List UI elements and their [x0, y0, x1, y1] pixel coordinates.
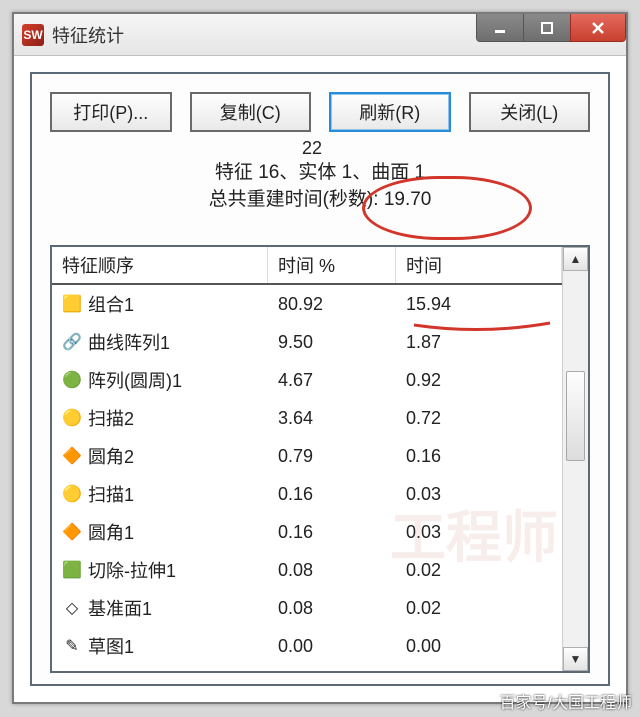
summary-top-number: 22 [302, 136, 322, 161]
time-cell: 0.03 [396, 522, 562, 543]
feature-name: 阵列(圆周)1 [88, 367, 182, 393]
time-pct-cell: 9.50 [268, 332, 396, 353]
time-cell: 0.00 [396, 636, 562, 657]
maximize-button[interactable] [523, 14, 571, 42]
table-row[interactable]: 🟨 组合1 80.9215.94 [52, 285, 562, 323]
time-pct-cell: 0.08 [268, 598, 396, 619]
feature-name-cell: 🔗 曲线阵列1 [52, 329, 268, 355]
feature-name-cell: ✎ 草图1 [52, 633, 268, 659]
app-icon: SW [22, 24, 44, 46]
minimize-button[interactable] [476, 14, 524, 42]
time-cell: 0.92 [396, 370, 562, 391]
feature-name: 扫描1 [88, 481, 134, 507]
scroll-up-arrow[interactable]: ▲ [563, 247, 588, 271]
table-row[interactable]: 🔶 圆角1 0.160.03 [52, 513, 562, 551]
time-cell: 0.16 [396, 446, 562, 467]
print-button[interactable]: 打印(P)... [50, 92, 172, 132]
sketch-icon: ✎ [62, 636, 82, 656]
table-row[interactable]: 🔶 圆角2 0.790.16 [52, 437, 562, 475]
scroll-track[interactable] [563, 271, 588, 647]
feature-name: 曲线阵列1 [88, 329, 170, 355]
copy-button[interactable]: 复制(C) [190, 92, 312, 132]
dialog-content: 打印(P)... 复制(C) 刷新(R) 关闭(L) 22 特征 16、实体 1… [30, 72, 610, 686]
vertical-scrollbar[interactable]: ▲ ▼ [562, 247, 588, 671]
feature-name-cell: 🟡 扫描2 [52, 405, 268, 431]
toolbar: 打印(P)... 复制(C) 刷新(R) 关闭(L) [50, 92, 590, 132]
feature-name-cell: ◇ 基准面1 [52, 595, 268, 621]
circular-pattern-icon: 🟢 [62, 370, 82, 390]
fillet-icon: 🔶 [62, 522, 82, 542]
time-pct-cell: 80.92 [268, 294, 396, 315]
table-row[interactable]: 🟡 扫描2 3.640.72 [52, 399, 562, 437]
time-pct-cell: 0.16 [268, 522, 396, 543]
feature-name-cell: 🔶 圆角2 [52, 443, 268, 469]
summary-line2: 总共重建时间(秒数): 19.70 [50, 187, 590, 214]
time-pct-cell: 3.64 [268, 408, 396, 429]
cut-extrude-icon: 🟩 [62, 560, 82, 580]
close-window-button[interactable] [570, 14, 626, 42]
table-row[interactable]: 🔗 曲线阵列1 9.501.87 [52, 323, 562, 361]
fillet-icon: 🔶 [62, 446, 82, 466]
time-cell: 0.03 [396, 484, 562, 505]
titlebar[interactable]: SW 特征统计 [14, 14, 626, 56]
scroll-thumb[interactable] [566, 371, 585, 461]
window-title: 特征统计 [52, 22, 124, 48]
sweep-icon: 🟡 [62, 408, 82, 428]
feature-name: 组合1 [88, 291, 134, 317]
time-cell: 15.94 [396, 294, 562, 315]
table-row[interactable]: ◇ 基准面1 0.080.02 [52, 589, 562, 627]
table-row[interactable]: ✎ 草图1 0.000.00 [52, 627, 562, 665]
feature-name-cell: 🔶 圆角1 [52, 519, 268, 545]
scroll-down-arrow[interactable]: ▼ [563, 647, 588, 671]
feature-name-cell: 🟨 组合1 [52, 291, 268, 317]
feature-name: 扫描2 [88, 405, 134, 431]
refresh-button[interactable]: 刷新(R) [329, 92, 451, 132]
feature-name-cell: 🟡 扫描1 [52, 481, 268, 507]
window-controls [476, 14, 626, 55]
feature-name-cell: 🟢 阵列(圆周)1 [52, 367, 268, 393]
feature-name: 圆角2 [88, 443, 134, 469]
time-cell: 0.02 [396, 598, 562, 619]
sweep-icon: 🟡 [62, 484, 82, 504]
col-feature-order[interactable]: 特征顺序 [52, 247, 268, 283]
table-row[interactable]: 🟡 扫描1 0.160.03 [52, 475, 562, 513]
time-pct-cell: 0.08 [268, 560, 396, 581]
combine-icon: 🟨 [62, 294, 82, 314]
table-row[interactable]: 🟢 阵列(圆周)1 4.670.92 [52, 361, 562, 399]
time-cell: 1.87 [396, 332, 562, 353]
time-cell: 0.72 [396, 408, 562, 429]
close-button[interactable]: 关闭(L) [469, 92, 591, 132]
feature-table: 特征顺序 时间 % 时间 🟨 组合1 80.9215.94 🔗 曲线阵列1 9.501.8… [50, 245, 590, 673]
table-header[interactable]: 特征顺序 时间 % 时间 [52, 247, 562, 283]
curve-pattern-icon: 🔗 [62, 332, 82, 352]
feature-name: 草图1 [88, 633, 134, 659]
col-time[interactable]: 时间 [396, 247, 562, 283]
summary-line1: 特征 16、实体 1、曲面 1 [50, 160, 590, 187]
time-pct-cell: 4.67 [268, 370, 396, 391]
plane-icon: ◇ [62, 598, 82, 618]
rebuild-time-value: 19.70 [384, 189, 432, 210]
feature-name: 切除-拉伸1 [88, 557, 176, 583]
dialog-window: SW 特征统计 打印(P)... 复制(C) 刷新(R) 关闭(L) 22 特征… [12, 12, 628, 704]
col-time-pct[interactable]: 时间 % [268, 247, 396, 283]
watermark-caption: 百家号/大国工程师 [500, 689, 632, 713]
time-cell: 0.02 [396, 560, 562, 581]
feature-name: 圆角1 [88, 519, 134, 545]
summary-block: 22 特征 16、实体 1、曲面 1 总共重建时间(秒数): 19.70 [50, 160, 590, 213]
table-row[interactable]: 🟩 切除-拉伸1 0.080.02 [52, 551, 562, 589]
time-pct-cell: 0.00 [268, 636, 396, 657]
feature-name: 基准面1 [88, 595, 152, 621]
time-pct-cell: 0.79 [268, 446, 396, 467]
feature-name-cell: 🟩 切除-拉伸1 [52, 557, 268, 583]
time-pct-cell: 0.16 [268, 484, 396, 505]
